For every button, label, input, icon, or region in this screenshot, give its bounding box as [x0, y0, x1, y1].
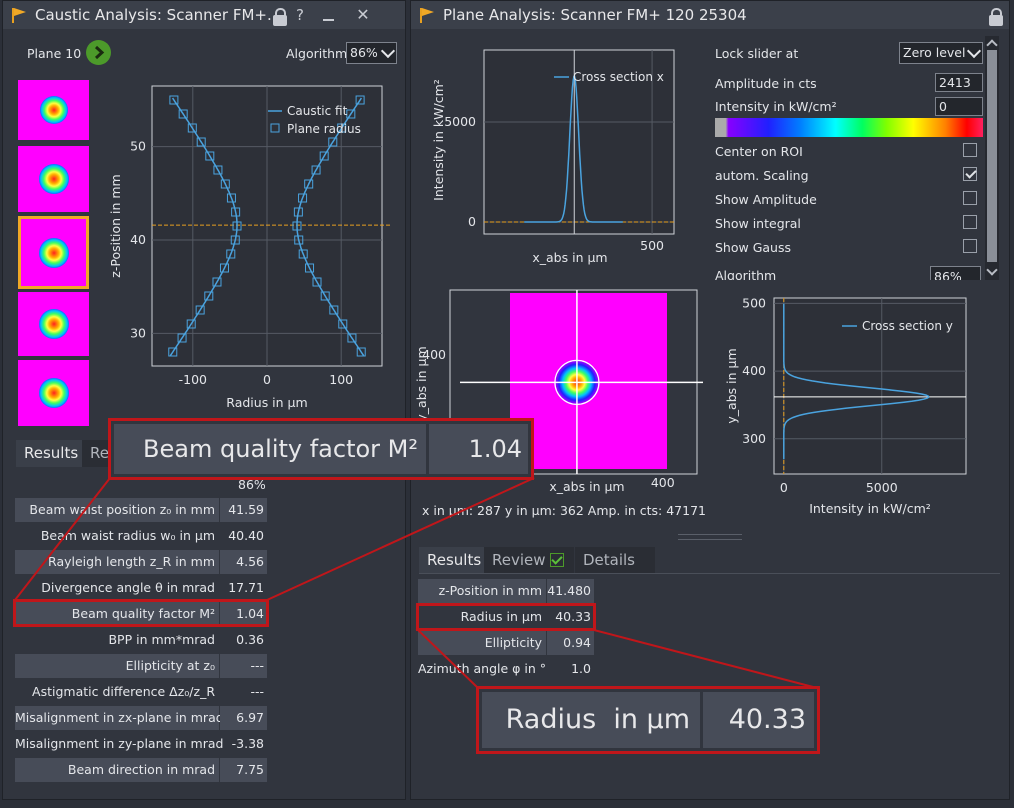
callout-right-value: 40.33: [703, 692, 814, 748]
highlight-right-row: [416, 603, 596, 631]
callout-left-value: 1.04: [429, 424, 528, 474]
callout-right-name: Radius in µm: [482, 692, 700, 748]
callout-left-name: Beam quality factor M²: [114, 424, 426, 474]
callout-right-connector: [415, 629, 818, 689]
callout-left-connector: [12, 477, 535, 601]
callout-left: Beam quality factor M² 1.04: [108, 418, 534, 480]
callout-right: Radius in µm 40.33: [476, 686, 820, 754]
highlight-left-row: [13, 599, 269, 627]
